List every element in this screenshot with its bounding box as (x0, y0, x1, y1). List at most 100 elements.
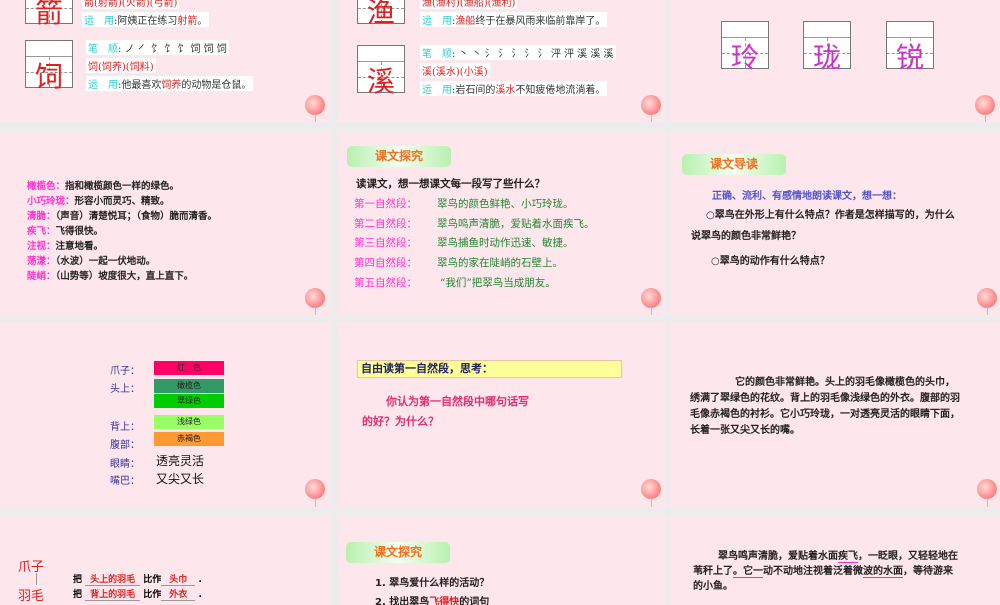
lollipop-icon (641, 95, 661, 122)
usage-label: 运 用 (422, 16, 452, 27)
character-box: 渔 (357, 0, 405, 29)
slide-thumbnail-10[interactable]: 爪子 羽毛 把 头上的羽毛 比作 头巾 . 把 背上的羽毛 比作 外衣 . (0, 515, 330, 605)
meaning: 注意地看。 (55, 241, 104, 252)
text: 的词句 (459, 597, 490, 605)
question-1: ○翠鸟在外形上有什么特点？作者是怎样描写的，为什么 (706, 210, 955, 221)
underlined-text: 波的水面 (863, 566, 903, 578)
lollipop-icon (641, 479, 661, 507)
text: 比作 (143, 590, 162, 600)
character: 珑 (812, 41, 841, 74)
slide-thumbnail-3[interactable]: 玲 珑 锐 (670, 0, 1000, 122)
body-part-label: 眼睛： (110, 459, 140, 470)
question: 2. 找出翠鸟飞得快的词句 (375, 593, 489, 605)
usage-line: 运 用:阿姨正在练习射箭。 (82, 12, 210, 27)
question-2: ○翠鸟的动作有什么特点？ (711, 256, 830, 267)
connector-line (36, 573, 37, 585)
color-bar: 红 色 (154, 361, 224, 375)
stroke-order: 笔 顺: 丶 丶 氵 氵 氵 氵 氵 泙 泙 溪 溪 溪 (420, 45, 616, 60)
mouth-description: 又尖又长 (156, 472, 205, 486)
paragraph-line: 毛像赤褐色的衬衫。它小巧玲珑，一对透亮灵活的眼睛下面， (690, 409, 960, 420)
color-bar: 赤褐色 (154, 432, 224, 446)
usage-text: 的动物是仓鼠。 (181, 80, 252, 91)
question-text: 说翠鸟的颜色非常鲜艳？ (691, 231, 801, 242)
paragraph-label: 第二自然段： (354, 218, 417, 230)
slide-thumbnail-12[interactable]: 翠鸟鸣声清脆，爱贴着水面疾飞，一眨眼，又轻轻地在 苇秆上了。它一动不动地注视着泛… (670, 515, 1000, 605)
slide-thumbnail-5[interactable]: 课文探究 读课文，想一想课文每一段写了些什么？ 第一自然段： 翠鸟的颜色鲜艳、小巧… (337, 131, 665, 315)
term: 注视： (27, 241, 56, 252)
lollipop-icon (305, 479, 325, 507)
usage-label: 运 用 (84, 16, 114, 27)
stroke-text: 丶 丶 氵 氵 氵 氵 氵 泙 泙 溪 溪 溪 (458, 49, 614, 60)
answer: 头巾 (161, 572, 196, 586)
word-list: 箭(射箭)(火箭)(弓箭) (82, 0, 180, 9)
paragraph-summary: 翠鸟的颜色鲜艳、小巧玲珑。 (437, 198, 574, 210)
usage-highlight: 渔船 (455, 16, 476, 27)
underlined-text: 疾飞 (838, 551, 858, 563)
paragraph-summary: “我们”把翠鸟当成朋友。 (440, 277, 556, 289)
slide-thumbnail-11[interactable]: 课文探究 1. 翠鸟爱什么样的活动？ 2. 找出翠鸟飞得快的词句 (337, 515, 665, 605)
slide-thumbnail-1[interactable]: 箭 箭(射箭)(火箭)(弓箭) 运 用:阿姨正在练习射箭。 饲 笔 顺: ノ ㇒… (0, 0, 330, 122)
color-bar: 浅绿色 (154, 415, 224, 429)
character-box: 珑 (803, 21, 851, 74)
eyes-description: 透亮灵活 (156, 454, 205, 468)
slide-thumbnail-9[interactable]: 它的颜色非常鲜艳。头上的羽毛像橄榄色的头巾， 绣满了翠绿色的花纹。背上的羽毛像浅… (670, 322, 1000, 507)
section-heading-button: 课文探究 (347, 146, 451, 167)
paragraph-line: 翠鸟鸣声清脆，爱贴着水面疾飞，一眨眼，又轻轻地在 (718, 549, 958, 564)
body-part-label: 腹部： (110, 440, 140, 451)
section-heading-button: 课文导读 (682, 154, 786, 175)
character-box: 饲 (25, 40, 73, 93)
character-box: 箭 (25, 0, 73, 29)
intro-text: 正确、流利、有感情地朗读课文，想一想： (712, 191, 902, 202)
term: 陡峭： (27, 271, 56, 282)
question-text: 的好？为什么？ (362, 415, 439, 428)
character-box: 溪 (357, 45, 405, 98)
answer: 外衣 (161, 587, 196, 601)
stroke-label: 笔 顺 (88, 44, 118, 55)
definition: 清脆：（声音）清楚悦耳；（食物）脆而清香。 (27, 208, 217, 222)
usage-text: 终于在暴风雨来临前靠岸了。 (475, 16, 606, 27)
slide-thumbnail-7[interactable]: 爪子： 头上： 背上： 腹部： 眼睛： 嘴巴： 红 色 橄榄色 翠绿色 浅绿色 … (0, 322, 330, 507)
slide-thumbnail-6[interactable]: 课文导读 正确、流利、有感情地朗读课文，想一想： ○翠鸟在外形上有什么特点？作者… (670, 131, 1000, 315)
usage-line: 运 用:他最喜欢饲养的动物是仓鼠。 (86, 76, 254, 91)
slide-thumbnail-4[interactable]: 橄榄色：指和橄榄颜色一样的绿色。 小巧玲珑：形容小而灵巧、精致。 清脆：（声音）… (0, 131, 330, 315)
paragraph-line: 的小鱼。 (693, 581, 733, 592)
paragraph-summary: 翠鸟的家在陡峭的石壁上。 (437, 257, 563, 269)
text: ，一眨眼，又轻轻地在 (858, 551, 958, 562)
paragraph-summary: 翠鸟鸣声清脆，爱贴着水面疾飞。 (437, 218, 595, 230)
answer: 头上的羽毛 (85, 572, 141, 586)
meaning: 指和橄榄颜色一样的绿色。 (65, 181, 180, 192)
question-text: 翠鸟的动作有什么特点？ (719, 256, 830, 267)
meaning: 形容小而灵巧、精致。 (74, 196, 170, 207)
word-list: 饲(饲养)(饲料) (86, 58, 156, 73)
question: 1. 翠鸟爱什么样的活动？ (375, 578, 490, 589)
body-part-label: 爪子： (110, 366, 140, 377)
usage-line: 运 用:渔船终于在暴风雨来临前靠岸了。 (420, 12, 608, 27)
prompt-box: 自由读第一自然段，思考： (357, 360, 622, 378)
text: 翠鸟鸣声清脆，爱贴着水面 (718, 551, 838, 562)
slide-thumbnail-8[interactable]: 自由读第一自然段，思考： 你认为第一自然段中哪句话写 的好？为什么？ (337, 322, 665, 507)
text: 把 (73, 590, 83, 600)
lollipop-icon (975, 95, 995, 122)
usage-text: 岩石间的 (455, 85, 496, 96)
text: . (198, 590, 202, 600)
paragraph-label: 第一自然段： (354, 198, 417, 210)
usage-highlight: 射箭 (177, 16, 198, 27)
body-part-label: 背上： (110, 422, 140, 433)
definition: 橄榄色：指和橄榄颜色一样的绿色。 (27, 178, 179, 192)
paragraph-line: 绣满了翠绿色的花纹。背上的羽毛像浅绿色的外衣。腹部的羽 (690, 393, 960, 404)
lollipop-icon (305, 95, 325, 122)
slide-thumbnail-2[interactable]: 渔 渔(渔村)(渔船)(渔利) 运 用:渔船终于在暴风雨来临前靠岸了。 溪 笔 … (337, 0, 665, 122)
question-text: 翠鸟在外形上有什么特点？作者是怎样描写的，为什么 (714, 210, 955, 221)
character: 箭 (34, 0, 63, 29)
paragraph-summary: 翠鸟捕鱼时动作迅速、敏捷。 (437, 237, 574, 249)
usage-label: 运 用 (422, 85, 452, 96)
text: ，等待游来 (903, 566, 953, 577)
lollipop-icon (977, 288, 997, 315)
meaning: （水波）一起一伏地动。 (55, 256, 156, 267)
definition: 疾飞：飞得很快。 (27, 223, 103, 237)
stroke-text: ノ ㇒ 饣 饣 饣 饲 饲 饲 (124, 44, 227, 55)
paragraph-line: 苇秆上了。它一动不动地注视着泛着微波的水面，等待游来 (693, 564, 953, 579)
usage-label: 运 用 (88, 80, 118, 91)
metaphor-line: 把 头上的羽毛 比作 头巾 . (73, 572, 202, 586)
metaphor-line: 把 背上的羽毛 比作 外衣 . (73, 587, 202, 601)
